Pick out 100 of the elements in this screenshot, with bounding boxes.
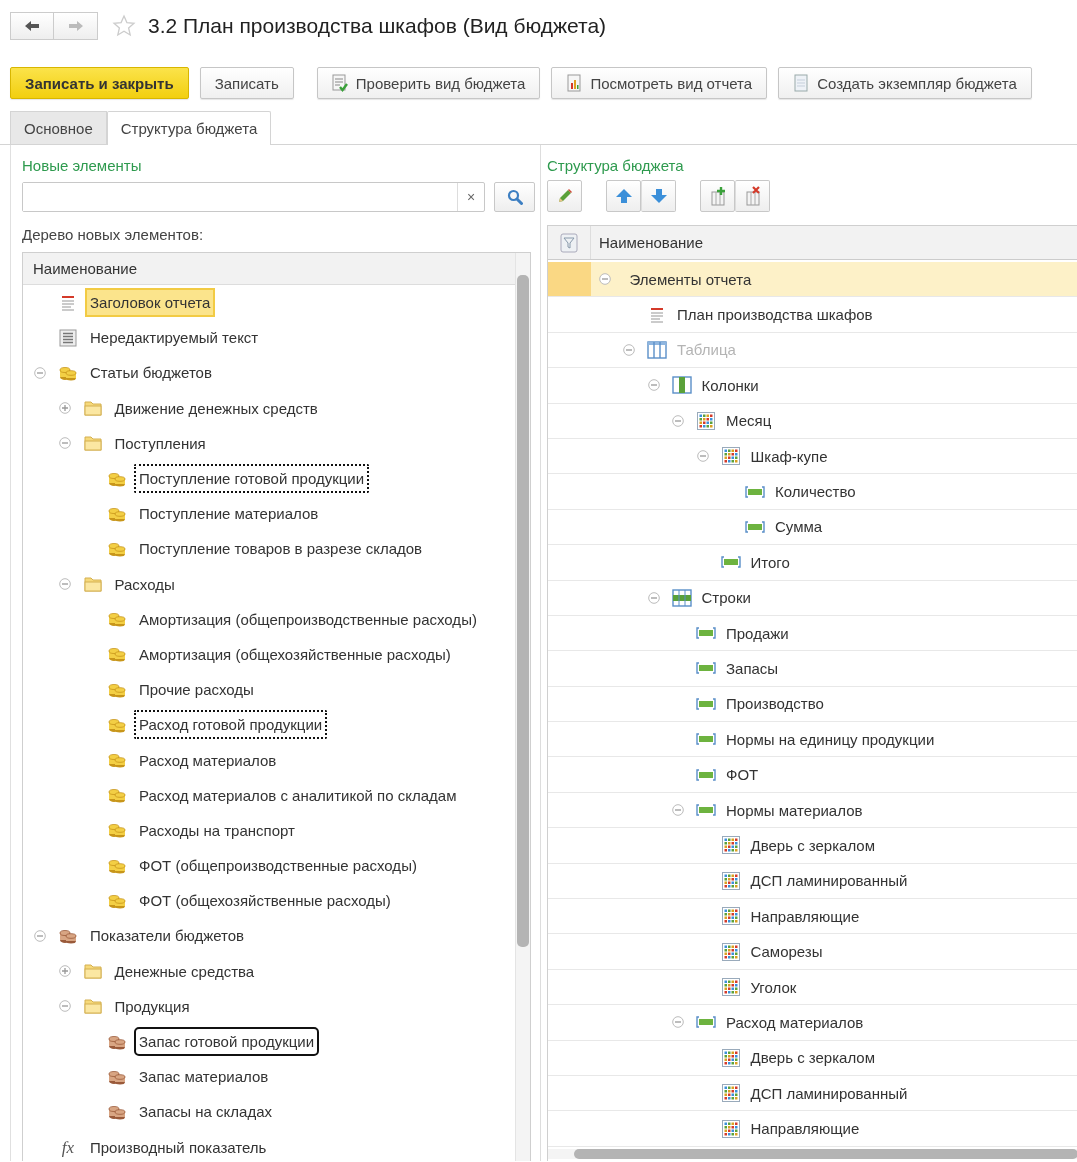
tree-item-label: Колонки	[701, 376, 759, 394]
tree-item[interactable]: Амортизация (общепроизводственные расходы)	[134, 604, 482, 634]
search-button[interactable]	[494, 182, 535, 212]
tree-item[interactable]: Прочие расходы	[134, 675, 259, 705]
move-up-button[interactable]	[606, 180, 641, 212]
folder-icon	[83, 435, 102, 452]
down-arrow-icon	[649, 188, 668, 204]
tree-item[interactable]: Продукция	[109, 991, 195, 1021]
bar-icon	[696, 768, 716, 781]
tree-item-label: Дверь с зеркалом	[750, 836, 875, 854]
coins-icon	[108, 505, 126, 522]
tree-item-label: Расход материалов	[726, 1013, 864, 1031]
expand-icon[interactable]	[58, 402, 71, 415]
formula-icon: fx	[61, 1138, 75, 1156]
tree-item[interactable]: Расход готовой продукции	[134, 710, 328, 740]
tree-item[interactable]: Нередактируемый текст	[85, 323, 264, 353]
toolbar-button[interactable]: Записать и закрыть	[10, 67, 189, 99]
tree-item[interactable]: Заголовок отчета	[85, 288, 216, 318]
coins-icon	[108, 787, 126, 804]
collapse-icon[interactable]	[34, 929, 46, 942]
collapse-icon[interactable]	[34, 366, 46, 379]
edit-button[interactable]	[547, 180, 582, 212]
tree-item[interactable]: Запас готовой продукции	[134, 1027, 320, 1057]
scrollbar[interactable]	[515, 253, 530, 1161]
collapse-icon[interactable]	[598, 273, 611, 286]
tree-item[interactable]: Амортизация (общехозяйственные расходы)	[134, 639, 456, 669]
expand-icon[interactable]	[58, 965, 71, 978]
tree-item-label: Элементы отчета	[629, 270, 752, 288]
section-title: Структура бюджета	[547, 157, 685, 175]
delete-column-icon	[743, 186, 762, 206]
clear-button[interactable]: ×	[457, 183, 484, 211]
toolbar-button[interactable]: Записать	[199, 67, 294, 99]
tab[interactable]: Основное	[10, 111, 107, 144]
tree-item[interactable]: Запасы на складах	[134, 1097, 278, 1127]
tree-item-label: Уголок	[750, 978, 797, 996]
grid-icon	[721, 1048, 740, 1067]
window-title: 3.2 План производства шкафов (Вид бюджета)	[148, 14, 607, 38]
coins-icon	[108, 1103, 126, 1120]
coins-icon	[108, 716, 126, 733]
search-field[interactable]: ×	[22, 182, 485, 212]
tree-item-label: Количество	[775, 483, 856, 501]
toolbar-button[interactable]: Проверить вид бюджета	[316, 67, 541, 99]
search-icon	[506, 189, 523, 205]
tree-item[interactable]: Расход материалов с аналитикой по складам	[134, 780, 462, 810]
star-icon[interactable]	[112, 14, 136, 38]
folder-icon	[83, 963, 102, 980]
delete-column-button[interactable]	[735, 180, 770, 212]
grid-icon	[721, 1084, 740, 1103]
tree-item[interactable]: Денежные средства	[109, 956, 260, 986]
move-down-button[interactable]	[641, 180, 676, 212]
bar-icon	[720, 556, 741, 569]
coins-icon	[108, 1068, 126, 1085]
collapse-icon[interactable]	[58, 437, 71, 450]
collapse-icon[interactable]	[58, 578, 71, 591]
tree-item[interactable]: ФОТ (общепроизводственные расходы)	[134, 851, 422, 881]
tree-item[interactable]: Поступление товаров в разрезе складов	[134, 534, 428, 564]
column-header[interactable]: Наименование	[23, 253, 515, 285]
back-arrow-icon	[24, 20, 40, 32]
collapse-icon[interactable]	[58, 1000, 71, 1013]
toolbar-button[interactable]: Посмотреть вид отчета	[551, 67, 768, 99]
grid-icon	[721, 942, 740, 961]
toolbar-button[interactable]: Создать экземпляр бюджета	[778, 67, 1032, 99]
grid-icon	[721, 836, 740, 855]
scrollbar[interactable]	[548, 1149, 1077, 1159]
tree-item-label: Продажи	[726, 624, 789, 642]
coins-icon	[108, 611, 126, 628]
tree-item[interactable]: Поступление материалов	[134, 499, 324, 529]
filter-icon[interactable]	[560, 232, 578, 253]
document-icon	[793, 74, 810, 92]
tree-item-label: Нормы на единицу продукции	[726, 730, 935, 748]
tree-item[interactable]: Производный показатель	[85, 1132, 272, 1161]
tree-item[interactable]: Запас материалов	[134, 1062, 274, 1092]
tree-item-label: Нормы материалов	[726, 801, 863, 819]
coins-icon	[108, 470, 126, 487]
add-column-button[interactable]	[700, 180, 735, 212]
tree-item[interactable]: Расходы	[109, 569, 180, 599]
tree-item[interactable]: Показатели бюджетов	[85, 921, 250, 951]
tree-item[interactable]: Движение денежных средств	[109, 393, 323, 423]
back-button[interactable]	[10, 12, 54, 40]
tree-label: Дерево новых элементов:	[22, 226, 205, 244]
tree-item[interactable]: Расходы на транспорт	[134, 815, 300, 845]
bar-icon	[696, 733, 716, 746]
tree-item-label: Направляющие	[750, 1120, 860, 1138]
tree-item[interactable]: Поступления	[109, 428, 211, 458]
coins-icon	[59, 364, 77, 381]
tree-item[interactable]: Расход материалов	[134, 745, 282, 775]
tree-item[interactable]: Статьи бюджетов	[85, 358, 217, 388]
tree-item-label: Строки	[701, 589, 751, 607]
tree-row[interactable]: Элементы отчета	[548, 262, 1077, 298]
forward-arrow-icon	[67, 20, 84, 32]
coins-icon	[108, 1033, 126, 1050]
tab[interactable]: Структура бюджета	[106, 111, 272, 145]
tree-item-label: Саморезы	[750, 943, 823, 961]
section-title: Новые элементы	[22, 157, 143, 175]
tree-row[interactable]: План производства шкафов	[548, 297, 1077, 333]
tree-item[interactable]: ФОТ (общехозяйственные расходы)	[134, 886, 396, 916]
tree-item[interactable]: Поступление готовой продукции	[134, 464, 370, 494]
chart-document-icon	[566, 74, 583, 92]
bar-icon	[696, 1016, 716, 1029]
coins-icon	[108, 857, 126, 874]
